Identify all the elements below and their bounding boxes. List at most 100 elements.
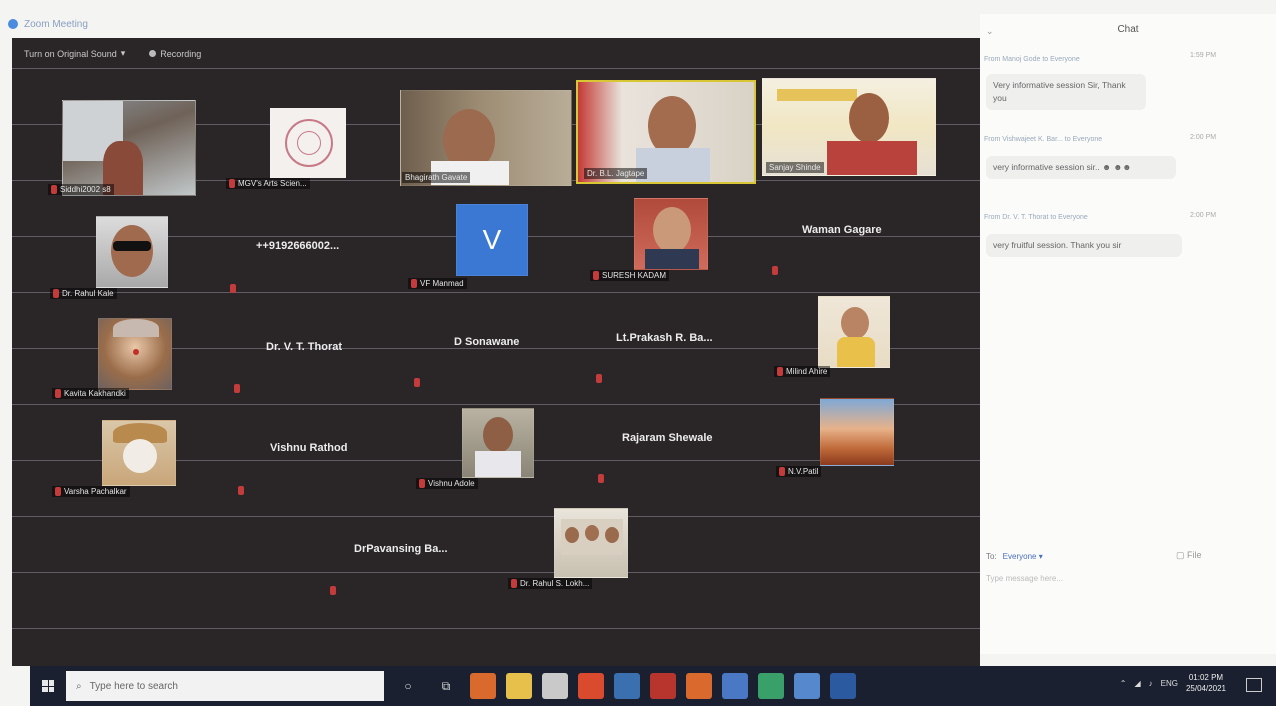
avatar-letter: V: [482, 224, 502, 255]
participant-video: [554, 508, 628, 578]
participant-name: Vishnu Rathod: [270, 442, 348, 454]
app-icon[interactable]: [758, 673, 784, 699]
task-view-icon[interactable]: ⧉: [432, 673, 460, 699]
participant-name: VF Manmad: [408, 278, 467, 289]
chat-message: very informative session sir.. ☻ ☻☻: [986, 156, 1176, 179]
participant-name: Waman Gagare: [802, 224, 882, 236]
store-icon[interactable]: [542, 673, 568, 699]
muted-mic-icon: [411, 279, 417, 288]
participant-name: Milind Ahire: [774, 366, 831, 377]
participant-name: Bhagirath Gavate: [402, 172, 471, 183]
calendar-icon[interactable]: [722, 673, 748, 699]
record-icon: [149, 50, 157, 57]
chat-message-time: 2:00 PM: [1190, 134, 1217, 141]
cortana-icon[interactable]: ○: [394, 673, 422, 699]
chrome-icon[interactable]: [578, 673, 604, 699]
muted-mic-icon: [777, 367, 783, 376]
muted-mic-icon: [238, 486, 244, 495]
windows-taskbar: ⌕ Type here to search ○ ⧉ ⌃ ◢ ♪ ENG 01:0…: [30, 666, 1276, 706]
zoom-app-icon: [8, 19, 18, 29]
participant-name: Dr. V. T. Thorat: [266, 341, 343, 353]
original-sound-button[interactable]: Turn on Original Sound ▾: [24, 48, 125, 59]
participant-name: Varsha Pachalkar: [52, 486, 130, 497]
tray-language[interactable]: ENG: [1161, 679, 1178, 688]
chevron-up-icon[interactable]: ⌃: [1120, 679, 1127, 688]
participant-video: [270, 108, 346, 178]
chat-recipient: To: Everyone ▾: [986, 552, 1043, 561]
start-button[interactable]: [30, 666, 66, 706]
participant-video: [820, 398, 894, 466]
file-explorer-icon[interactable]: [506, 673, 532, 699]
muted-mic-icon: [234, 384, 240, 393]
network-icon[interactable]: ◢: [1134, 679, 1140, 688]
muted-mic-icon: [51, 185, 57, 194]
muted-mic-icon: [511, 579, 517, 588]
recipient-dropdown[interactable]: Everyone ▾: [1003, 552, 1043, 561]
meeting-gallery-view: Turn on Original Sound ▾ Recording Siddh…: [12, 38, 980, 666]
zoom-taskbar-icon[interactable]: [794, 673, 820, 699]
muted-mic-icon: [414, 378, 420, 387]
chat-message: very fruitful session. Thank you sir: [986, 234, 1182, 257]
chat-message-time: 1:59 PM: [1190, 52, 1217, 59]
app-icon[interactable]: [830, 673, 856, 699]
notification-icon[interactable]: [1246, 678, 1262, 692]
participant-name: Sanjay Shinde: [766, 162, 824, 173]
muted-mic-icon: [55, 487, 61, 496]
pdf-reader-icon[interactable]: [650, 673, 676, 699]
participant-name: Lt.Prakash R. Ba...: [616, 332, 713, 344]
chat-message-sender: From Dr. V. T. Thorat to Everyone: [984, 214, 1088, 221]
muted-mic-icon: [230, 284, 236, 293]
chat-title: Chat: [1117, 24, 1139, 35]
participant-video: [102, 420, 176, 486]
window-title: Zoom Meeting: [24, 18, 88, 30]
window-titlebar: Zoom Meeting: [0, 12, 260, 36]
participant-name: Vishnu Adole: [416, 478, 478, 489]
participant-name: Dr. B.L. Jagtape: [584, 168, 648, 179]
chat-message-time: 2:00 PM: [1190, 212, 1217, 219]
chat-panel: ⌄ Chat From Manoj Gode to Everyone 1:59 …: [980, 14, 1276, 654]
muted-mic-icon: [55, 389, 61, 398]
muted-mic-icon: [596, 374, 602, 383]
muted-mic-icon: [772, 266, 778, 275]
muted-mic-icon: [598, 474, 604, 483]
file-button[interactable]: ▢ File: [1176, 550, 1202, 561]
system-tray: ⌃ ◢ ♪ ENG 01:02 PM 25/04/2021: [1120, 672, 1226, 694]
muted-mic-icon: [593, 271, 599, 280]
participant-video: [96, 216, 168, 288]
edge-icon[interactable]: [470, 673, 496, 699]
participant-name: SURESH KADAM: [590, 270, 670, 281]
participant-avatar: V: [456, 204, 528, 276]
app-icon[interactable]: [686, 673, 712, 699]
taskbar-search-box[interactable]: ⌕ Type here to search: [66, 671, 384, 701]
participant-name: Dr. Rahul S. Lokh...: [508, 578, 593, 589]
participant-name: ++9192666002...: [256, 240, 340, 252]
recording-indicator[interactable]: Recording: [149, 49, 201, 59]
participant-video: [62, 100, 196, 196]
participant-name: MGV's Arts Scien...: [226, 178, 310, 189]
windows-logo-icon: [42, 680, 54, 692]
muted-mic-icon: [229, 179, 235, 188]
meeting-top-toolbar: Turn on Original Sound ▾ Recording: [24, 48, 201, 59]
muted-mic-icon: [53, 289, 59, 298]
participant-name: N.V.Patil: [776, 466, 822, 477]
muted-mic-icon: [330, 586, 336, 595]
screenshot: Zoom Meeting Turn on Original Sound ▾ Re…: [0, 0, 1276, 706]
participant-name: Siddhi2002 s8: [48, 184, 114, 195]
participant-name: D Sonawane: [454, 336, 520, 348]
participant-video: [634, 198, 708, 270]
taskbar-clock[interactable]: 01:02 PM 25/04/2021: [1186, 672, 1226, 694]
volume-icon[interactable]: ♪: [1149, 679, 1153, 688]
participant-video: [818, 296, 890, 368]
participant-name: Rajaram Shewale: [622, 432, 713, 444]
search-icon: ⌕: [76, 680, 82, 692]
muted-mic-icon: [419, 479, 425, 488]
chat-message-input[interactable]: Type message here...: [986, 574, 1246, 610]
participant-name: Kavita Kakhandki: [52, 388, 129, 399]
participant-name: DrPavansing Ba...: [354, 543, 448, 555]
mail-icon[interactable]: [614, 673, 640, 699]
chat-message: Very informative session Sir, Thank you: [986, 74, 1146, 110]
chat-message-sender: From Manoj Gode to Everyone: [984, 56, 1080, 63]
muted-mic-icon: [779, 467, 785, 476]
participant-video: [462, 408, 534, 478]
participant-name: Dr. Rahul Kale: [50, 288, 117, 299]
